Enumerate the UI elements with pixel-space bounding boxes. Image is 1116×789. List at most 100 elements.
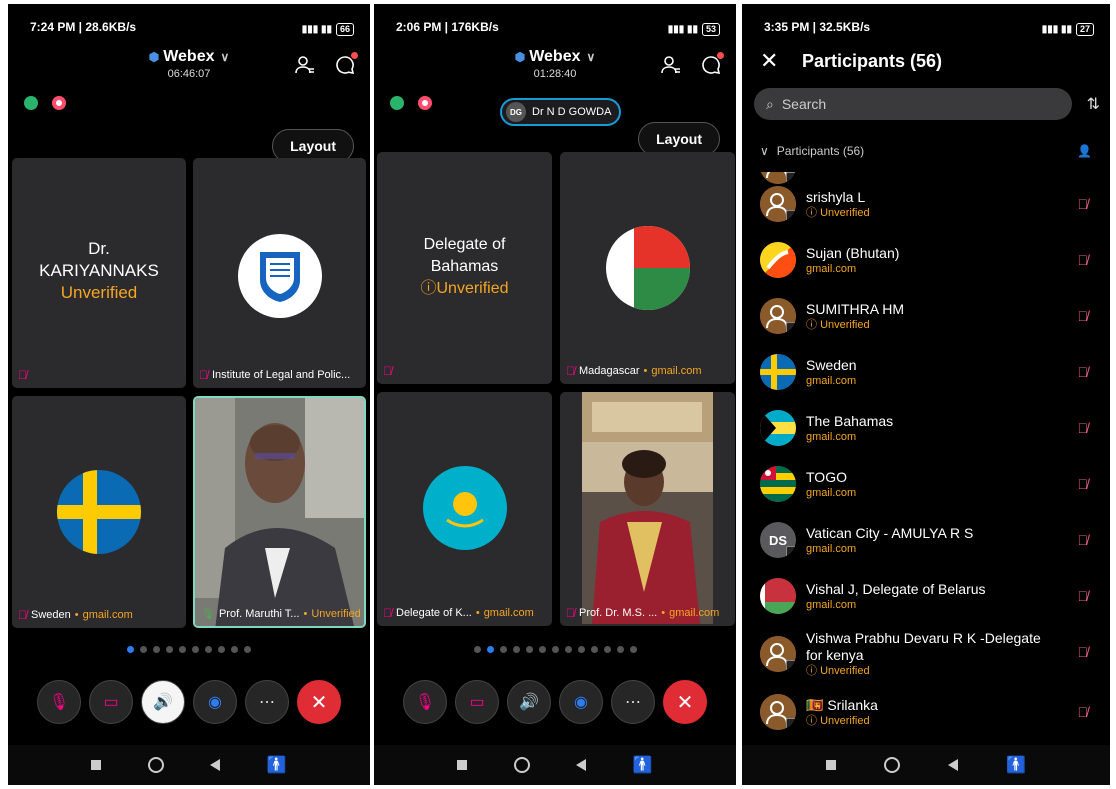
page-dot[interactable] xyxy=(603,646,611,653)
participant-label: Prof. Dr. M.S. ... xyxy=(579,607,658,619)
active-speaker-pill[interactable]: DG Dr N D GOWDA xyxy=(500,98,622,126)
more-button[interactable]: ⋯ xyxy=(245,680,289,724)
mic-muted-icon[interactable]: 🎙̸ xyxy=(1078,308,1089,324)
video-tile[interactable]: 🎙̸ Institute of Legal and Polic... xyxy=(193,158,366,388)
page-dot[interactable] xyxy=(166,646,173,653)
participant-row[interactable]: The Bahamas gmail.com 🎙̸ xyxy=(742,400,1110,456)
recording-icon[interactable] xyxy=(52,96,66,110)
home-icon[interactable] xyxy=(147,757,164,773)
home-icon[interactable] xyxy=(513,757,530,773)
page-dot[interactable] xyxy=(499,646,507,653)
sort-icon[interactable]: ⇅ xyxy=(1087,94,1100,114)
participant-row[interactable]: TOGO gmail.com 🎙̸ xyxy=(742,456,1110,512)
page-dot[interactable] xyxy=(616,646,624,653)
page-dot[interactable] xyxy=(486,646,494,653)
recording-icon[interactable] xyxy=(418,96,432,110)
speaker-button[interactable]: 🔊 xyxy=(507,680,551,724)
chat-icon[interactable] xyxy=(334,52,358,76)
page-dot[interactable] xyxy=(551,646,559,653)
mic-muted-icon[interactable]: 🎙̸ xyxy=(1078,364,1089,380)
recents-icon[interactable] xyxy=(457,760,468,770)
video-tile[interactable]: 🎙̸ Prof. Dr. M.S. ... • gmail.com xyxy=(560,392,735,626)
android-nav-bar: 🚹 xyxy=(8,745,370,785)
page-dot[interactable] xyxy=(564,646,572,653)
participants-icon[interactable] xyxy=(294,54,316,76)
chat-icon[interactable] xyxy=(700,52,724,76)
speaker-button[interactable]: 🔊 xyxy=(141,680,185,724)
participant-name: Sweden xyxy=(806,356,857,373)
back-icon[interactable] xyxy=(210,759,221,771)
mic-muted-icon[interactable]: 🎙̸ xyxy=(1078,704,1089,720)
page-dot[interactable] xyxy=(629,646,637,653)
participant-row[interactable]: srishyla Lⓘ Unverified 🎙̸ xyxy=(742,176,1110,232)
page-dot[interactable] xyxy=(153,646,160,653)
page-dot[interactable] xyxy=(140,646,147,653)
page-dot[interactable] xyxy=(538,646,546,653)
participant-row[interactable]: Sweden gmail.com 🎙̸ xyxy=(742,344,1110,400)
participant-list[interactable]: ⓘ Unverifiedsrishyla Lⓘ Unverified🎙̸Suja… xyxy=(742,172,1110,745)
back-icon[interactable] xyxy=(576,759,587,771)
participant-row[interactable]: Vishwa Prabhu Devaru R K -Delegate for k… xyxy=(742,624,1110,684)
participant-status: gmail.com xyxy=(806,542,1056,556)
page-dot[interactable] xyxy=(525,646,533,653)
page-dot[interactable] xyxy=(218,646,225,653)
mic-muted-icon[interactable]: 🎙̸ xyxy=(1078,532,1089,548)
accessibility-icon[interactable]: 🚹 xyxy=(267,755,287,775)
participant-domain: gmail.com xyxy=(483,607,534,619)
page-dot[interactable] xyxy=(127,646,134,653)
page-dot[interactable] xyxy=(244,646,251,653)
recents-icon[interactable] xyxy=(826,760,836,770)
participant-sub-label: gmail.com xyxy=(806,262,857,275)
mic-muted-icon[interactable]: 🎙̸ xyxy=(1078,588,1089,604)
page-dot[interactable] xyxy=(192,646,199,653)
page-dot[interactable] xyxy=(577,646,585,653)
mic-muted-icon[interactable]: 🎙̸ xyxy=(1078,252,1089,268)
end-call-button[interactable]: ✕ xyxy=(663,680,707,724)
mic-muted-icon[interactable]: 🎙̸ xyxy=(1078,420,1089,436)
mic-muted-icon[interactable]: 🎙̸ xyxy=(1078,476,1089,492)
video-tile[interactable]: 🎙̸ Madagascar • gmail.com xyxy=(560,152,735,384)
page-indicator[interactable] xyxy=(374,646,736,653)
participant-row[interactable]: 🇱🇰 Srilanka ⓘ Unverified 🎙̸ xyxy=(742,684,1110,740)
video-off-button[interactable]: ▭ xyxy=(89,680,133,724)
page-dot[interactable] xyxy=(473,646,481,653)
close-icon[interactable]: ✕ xyxy=(760,48,790,74)
lobby-icon[interactable]: 👤 xyxy=(1077,144,1092,158)
recents-icon[interactable] xyxy=(91,760,102,770)
mute-button[interactable]: 🎙 xyxy=(37,680,81,724)
page-dot[interactable] xyxy=(205,646,212,653)
mic-muted-icon[interactable]: 🎙̸ xyxy=(1078,196,1089,212)
video-tile[interactable]: Dr. KARIYANNAKS Unverified 🎙̸ xyxy=(12,158,186,388)
video-tile[interactable]: 🎙̸ Sweden • gmail.com xyxy=(12,396,186,628)
search-input[interactable]: ⌕ Search xyxy=(754,88,1072,120)
page-dot[interactable] xyxy=(590,646,598,653)
back-icon[interactable] xyxy=(948,759,959,771)
layout-button[interactable]: Layout xyxy=(638,122,720,156)
video-tile[interactable]: 🎙̸ Delegate of K... • gmail.com xyxy=(377,392,552,626)
more-button[interactable]: ⋯ xyxy=(611,680,655,724)
page-dot[interactable] xyxy=(179,646,186,653)
video-tile[interactable]: Delegate of Bahamas ⓘUnverified 🎙̸ xyxy=(377,152,552,384)
participant-row[interactable]: Sujan (Bhutan) gmail.com 🎙̸ xyxy=(742,232,1110,288)
accessibility-icon[interactable]: 🚹 xyxy=(633,755,653,775)
page-dot[interactable] xyxy=(231,646,238,653)
network-quality-icon[interactable] xyxy=(390,96,404,110)
home-icon[interactable] xyxy=(884,757,901,773)
participant-row[interactable]: DS Vatican City - AMULYA R Sgmail.com 🎙̸ xyxy=(742,512,1110,568)
share-button[interactable]: ◉ xyxy=(559,680,603,724)
video-tile-active-speaker[interactable]: 🎙 Prof. Maruthi T... • Unverified xyxy=(193,396,366,628)
page-indicator[interactable] xyxy=(8,646,370,653)
mic-muted-icon[interactable]: 🎙̸ xyxy=(1078,644,1089,660)
mute-button[interactable]: 🎙 xyxy=(403,680,447,724)
accessibility-icon[interactable]: 🚹 xyxy=(1006,755,1026,775)
network-quality-icon[interactable] xyxy=(24,96,38,110)
participant-row[interactable]: SUMITHRA HM ⓘ Unverified 🎙̸ xyxy=(742,288,1110,344)
end-call-button[interactable]: ✕ xyxy=(297,680,341,724)
share-button[interactable]: ◉ xyxy=(193,680,237,724)
participant-row[interactable]: Vishal J, Delegate of Belarus gmail.com 🎙̸ xyxy=(742,568,1110,624)
participants-icon[interactable] xyxy=(660,54,682,76)
page-dot[interactable] xyxy=(512,646,520,653)
video-off-button[interactable]: ▭ xyxy=(455,680,499,724)
participant-avatar xyxy=(760,410,796,446)
participants-section-header[interactable]: ∨ Participants (56) 👤 xyxy=(760,144,1092,158)
